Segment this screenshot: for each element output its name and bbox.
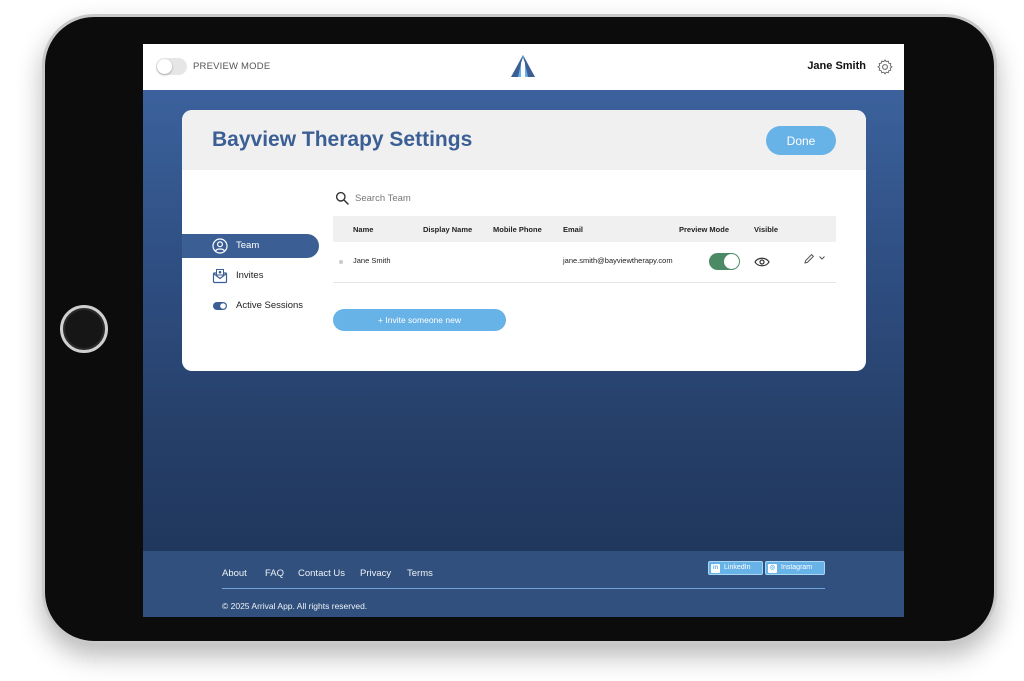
- top-bar: PREVIEW MODE Jane Smith: [143, 44, 904, 90]
- sidebar-item-label: Invites: [236, 270, 264, 281]
- preview-mode-row-toggle[interactable]: [709, 253, 740, 270]
- settings-card: Bayview Therapy Settings Done Team Invit…: [182, 110, 866, 371]
- user-name[interactable]: Jane Smith: [807, 60, 866, 72]
- arrival-logo-icon: [511, 55, 535, 77]
- copyright-text: © 2025 Arrival App. All rights reserved.: [222, 601, 368, 611]
- search-input[interactable]: [353, 190, 533, 206]
- instagram-icon: ◎: [768, 564, 777, 573]
- column-header-preview-mode: Preview Mode: [679, 225, 730, 234]
- sidebar-item-label: Active Sessions: [236, 300, 304, 311]
- search-icon: [335, 191, 349, 205]
- sidebar-item-active-sessions[interactable]: Active Sessions: [182, 294, 319, 318]
- chevron-down-icon[interactable]: [818, 254, 826, 262]
- done-button[interactable]: Done: [766, 126, 836, 155]
- cell-email: jane.smith@bayviewtherapy.com: [563, 256, 673, 265]
- linkedin-button[interactable]: in LinkedIn: [708, 561, 763, 575]
- invite-button[interactable]: + Invite someone new: [333, 309, 506, 331]
- column-header-mobile-phone: Mobile Phone: [493, 225, 542, 234]
- status-dot: [339, 260, 343, 264]
- toggle-knob: [724, 254, 739, 269]
- preview-mode-label: PREVIEW MODE: [193, 61, 271, 72]
- envelope-icon: [212, 269, 228, 284]
- column-header-visible: Visible: [754, 225, 779, 234]
- app-screen: PREVIEW MODE Jane Smith Bayview Therapy …: [143, 44, 904, 617]
- sidebar-item-invites[interactable]: Invites: [182, 264, 319, 288]
- footer: About FAQ Contact Us Privacy Terms in Li…: [143, 551, 904, 617]
- footer-link-privacy[interactable]: Privacy: [360, 568, 391, 579]
- footer-link-contact-us[interactable]: Contact Us: [298, 568, 345, 579]
- table-header: Name Display Name Mobile Phone Email Pre…: [333, 216, 836, 242]
- footer-link-faq[interactable]: FAQ: [265, 568, 284, 579]
- eye-icon[interactable]: [754, 256, 770, 268]
- linkedin-icon: in: [711, 564, 720, 573]
- social-label: Instagram: [781, 564, 813, 571]
- column-header-name: Name: [353, 225, 374, 234]
- social-label: LinkedIn: [724, 564, 751, 571]
- card-header: Bayview Therapy Settings Done: [182, 110, 866, 170]
- column-header-email: Email: [563, 225, 584, 234]
- sidebar-item-label: Team: [236, 240, 260, 251]
- column-header-display-name: Display Name: [423, 225, 473, 234]
- preview-mode-toggle[interactable]: [156, 58, 187, 75]
- cell-name: Jane Smith: [353, 256, 391, 265]
- user-circle-icon: [212, 238, 228, 254]
- footer-link-terms[interactable]: Terms: [407, 568, 433, 579]
- pencil-icon[interactable]: [803, 253, 815, 265]
- page-title: Bayview Therapy Settings: [212, 128, 473, 151]
- table-row: Jane Smith jane.smith@bayviewtherapy.com: [333, 242, 836, 283]
- instagram-button[interactable]: ◎ Instagram: [765, 561, 825, 575]
- toggle-knob: [157, 59, 172, 74]
- footer-divider: [222, 588, 825, 589]
- home-button[interactable]: [60, 305, 108, 353]
- footer-link-about[interactable]: About: [222, 568, 247, 579]
- sidebar-item-team[interactable]: Team: [182, 234, 319, 258]
- gear-icon[interactable]: [876, 58, 894, 76]
- toggle-icon: [213, 302, 227, 310]
